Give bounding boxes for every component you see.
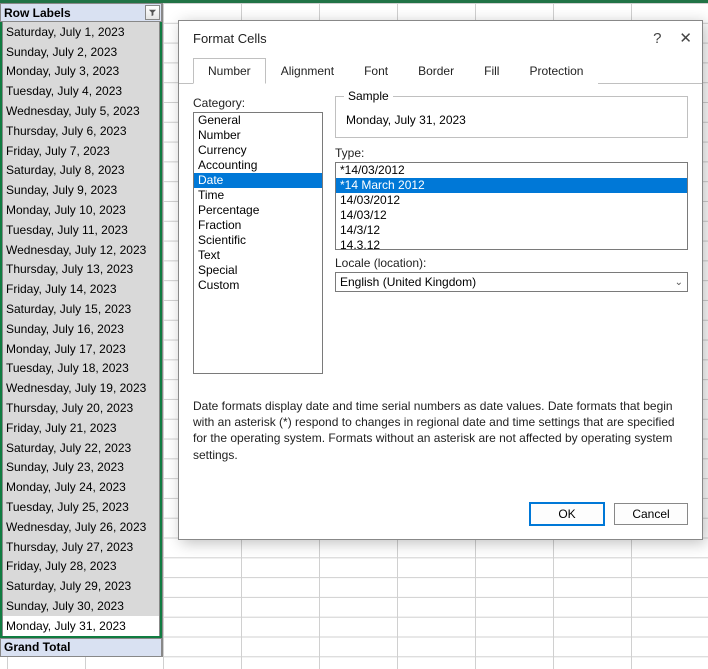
pivot-data-row[interactable]: Friday, July 14, 2023 [2, 279, 160, 299]
pivot-data-row[interactable]: Tuesday, July 4, 2023 [2, 81, 160, 101]
selected-cell-range[interactable]: Saturday, July 1, 2023Sunday, July 2, 20… [0, 22, 162, 638]
grand-total-row[interactable]: Grand Total [0, 638, 162, 657]
pivot-data-row[interactable]: Wednesday, July 5, 2023 [2, 101, 160, 121]
locale-label: Locale (location): [335, 256, 688, 270]
pivot-data-row[interactable]: Thursday, July 20, 2023 [2, 398, 160, 418]
cancel-button[interactable]: Cancel [614, 503, 688, 525]
format-cells-dialog: Format Cells ? ✕ NumberAlignmentFontBord… [178, 20, 703, 540]
type-option[interactable]: *14 March 2012 [336, 178, 687, 193]
pivot-data-row[interactable]: Wednesday, July 26, 2023 [2, 517, 160, 537]
filter-icon [148, 8, 157, 17]
pivot-data-row[interactable]: Tuesday, July 25, 2023 [2, 497, 160, 517]
pivot-data-row[interactable]: Monday, July 17, 2023 [2, 339, 160, 359]
pivot-data-row[interactable]: Saturday, July 1, 2023 [2, 22, 160, 42]
pivot-data-row[interactable]: Tuesday, July 11, 2023 [2, 220, 160, 240]
tab-border[interactable]: Border [403, 58, 469, 84]
pivot-data-row[interactable]: Saturday, July 22, 2023 [2, 438, 160, 458]
category-option[interactable]: Text [194, 248, 322, 263]
category-listbox[interactable]: GeneralNumberCurrencyAccountingDateTimeP… [193, 112, 323, 374]
category-option[interactable]: Accounting [194, 158, 322, 173]
pivot-data-row[interactable]: Wednesday, July 19, 2023 [2, 378, 160, 398]
type-option[interactable]: 14/3/12 [336, 223, 687, 238]
type-option[interactable]: 14.3.12 [336, 238, 687, 250]
pivot-data-row[interactable]: Sunday, July 23, 2023 [2, 458, 160, 478]
dialog-buttons: OK Cancel [179, 473, 702, 539]
category-option[interactable]: Date [194, 173, 322, 188]
pivot-data-row[interactable]: Thursday, July 27, 2023 [2, 537, 160, 557]
locale-value: English (United Kingdom) [340, 275, 476, 289]
ok-button[interactable]: OK [530, 503, 604, 525]
dialog-titlebar: Format Cells ? ✕ [179, 21, 702, 51]
help-icon[interactable]: ? [653, 30, 661, 47]
pivot-data-row[interactable]: Monday, July 31, 2023 [2, 616, 160, 636]
category-option[interactable]: Fraction [194, 218, 322, 233]
category-option[interactable]: Number [194, 128, 322, 143]
tab-protection[interactable]: Protection [514, 58, 598, 84]
category-option[interactable]: Scientific [194, 233, 322, 248]
type-option[interactable]: 14/03/2012 [336, 193, 687, 208]
pivot-data-row[interactable]: Friday, July 21, 2023 [2, 418, 160, 438]
tab-alignment[interactable]: Alignment [266, 58, 349, 84]
pivot-data-row[interactable]: Sunday, July 30, 2023 [2, 596, 160, 616]
category-option[interactable]: Percentage [194, 203, 322, 218]
dialog-title: Format Cells [193, 31, 653, 46]
pivot-data-row[interactable]: Friday, July 28, 2023 [2, 557, 160, 577]
pivot-header[interactable]: Row Labels [0, 3, 162, 22]
pivot-data-row[interactable]: Thursday, July 13, 2023 [2, 260, 160, 280]
tab-number[interactable]: Number [193, 58, 266, 84]
sample-value: Monday, July 31, 2023 [346, 113, 677, 127]
pivot-data-row[interactable]: Monday, July 24, 2023 [2, 477, 160, 497]
dialog-tabs: NumberAlignmentFontBorderFillProtection [179, 51, 702, 84]
pivot-data-row[interactable]: Friday, July 7, 2023 [2, 141, 160, 161]
pivot-data-row[interactable]: Monday, July 10, 2023 [2, 200, 160, 220]
pivot-data-row[interactable]: Saturday, July 15, 2023 [2, 299, 160, 319]
pivot-data-row[interactable]: Thursday, July 6, 2023 [2, 121, 160, 141]
type-option[interactable]: *14/03/2012 [336, 163, 687, 178]
pivot-data-row[interactable]: Sunday, July 2, 2023 [2, 42, 160, 62]
filter-dropdown-button[interactable] [145, 5, 160, 20]
sample-box: Sample Monday, July 31, 2023 [335, 96, 688, 138]
tab-fill[interactable]: Fill [469, 58, 514, 84]
category-option[interactable]: Time [194, 188, 322, 203]
category-option[interactable]: Currency [194, 143, 322, 158]
category-label: Category: [193, 96, 323, 110]
category-option[interactable]: Custom [194, 278, 322, 293]
sample-label: Sample [344, 89, 393, 103]
explanation-text: Date formats display date and time seria… [193, 398, 688, 463]
chevron-down-icon: ⌄ [675, 277, 683, 288]
type-listbox[interactable]: *14/03/2012*14 March 201214/03/201214/03… [335, 162, 688, 250]
type-label: Type: [335, 146, 688, 160]
pivot-data-row[interactable]: Saturday, July 8, 2023 [2, 161, 160, 181]
pivot-header-label: Row Labels [4, 6, 71, 20]
pivot-data-row[interactable]: Sunday, July 16, 2023 [2, 319, 160, 339]
category-option[interactable]: General [194, 113, 322, 128]
pivot-data-row[interactable]: Sunday, July 9, 2023 [2, 180, 160, 200]
pivot-data-row[interactable]: Monday, July 3, 2023 [2, 62, 160, 82]
pivot-column: Row Labels Saturday, July 1, 2023Sunday,… [0, 3, 163, 657]
dialog-body: Category: GeneralNumberCurrencyAccountin… [179, 84, 702, 473]
locale-select[interactable]: English (United Kingdom) ⌄ [335, 272, 688, 292]
close-icon[interactable]: ✕ [679, 29, 692, 47]
category-option[interactable]: Special [194, 263, 322, 278]
pivot-data-row[interactable]: Saturday, July 29, 2023 [2, 576, 160, 596]
type-option[interactable]: 14/03/12 [336, 208, 687, 223]
tab-font[interactable]: Font [349, 58, 403, 84]
pivot-data-row[interactable]: Tuesday, July 18, 2023 [2, 359, 160, 379]
pivot-data-row[interactable]: Wednesday, July 12, 2023 [2, 240, 160, 260]
grand-total-label: Grand Total [4, 640, 70, 654]
